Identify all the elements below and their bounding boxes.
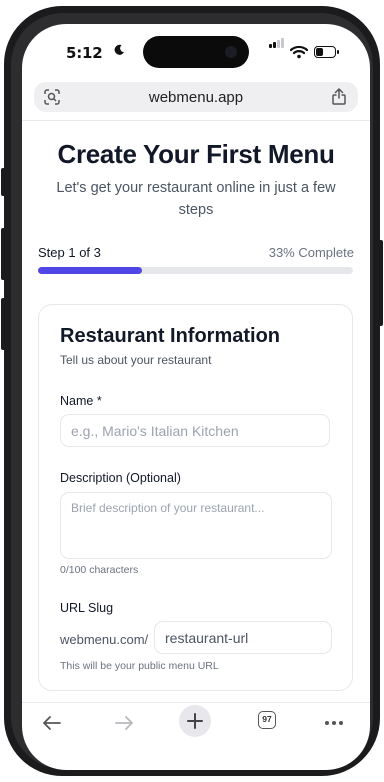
wifi-icon: [290, 45, 308, 59]
url-slug-hint: This will be your public menu URL: [60, 660, 219, 672]
name-label: Name *: [60, 394, 102, 408]
description-textarea[interactable]: [60, 492, 332, 559]
card-subtitle: Tell us about your restaurant: [60, 353, 212, 367]
card-title: Restaurant Information: [60, 325, 281, 347]
status-time: 5:12: [66, 44, 103, 62]
battery-icon: [314, 46, 339, 58]
name-input[interactable]: [60, 414, 330, 447]
url-slug-label: URL Slug: [60, 601, 114, 615]
moon-icon: [114, 44, 124, 55]
progress-bar-fill: [38, 267, 142, 274]
url-text[interactable]: webmenu.app: [34, 89, 358, 106]
page-subtitle: Let's get your restaurant online in just…: [56, 180, 336, 218]
tabs-icon[interactable]: 97: [258, 711, 276, 729]
phone-frame: 5:12 webmenu.app Create Your First Menu …: [4, 6, 380, 776]
browser-toolbar: 97: [22, 703, 370, 743]
phone-screen: 5:12 webmenu.app Create Your First Menu …: [22, 24, 370, 770]
progress-percent: 33% Complete: [268, 245, 354, 260]
progress-bar: [38, 267, 353, 274]
back-arrow-icon[interactable]: [38, 709, 66, 737]
description-label: Description (Optional): [60, 471, 181, 485]
front-camera: [225, 46, 237, 58]
address-bar[interactable]: webmenu.app: [34, 82, 358, 112]
restaurant-info-card: Restaurant Information Tell us about you…: [38, 304, 353, 691]
new-tab-button[interactable]: [179, 705, 211, 737]
page-content: Create Your First Menu Let's get your re…: [22, 121, 370, 719]
new-tab-plus-icon: [187, 713, 203, 729]
dynamic-island: [143, 36, 249, 68]
more-icon[interactable]: [320, 709, 348, 737]
forward-arrow-icon[interactable]: [110, 709, 138, 737]
page-title: Create Your First Menu: [57, 139, 335, 169]
description-char-counter: 0/100 characters: [60, 564, 139, 576]
step-indicator: Step 1 of 3: [38, 245, 101, 260]
status-bar: 5:12: [22, 24, 370, 80]
url-slug-input[interactable]: [154, 621, 332, 654]
share-icon[interactable]: [332, 88, 346, 105]
url-slug-prefix: webmenu.com/: [60, 632, 149, 647]
